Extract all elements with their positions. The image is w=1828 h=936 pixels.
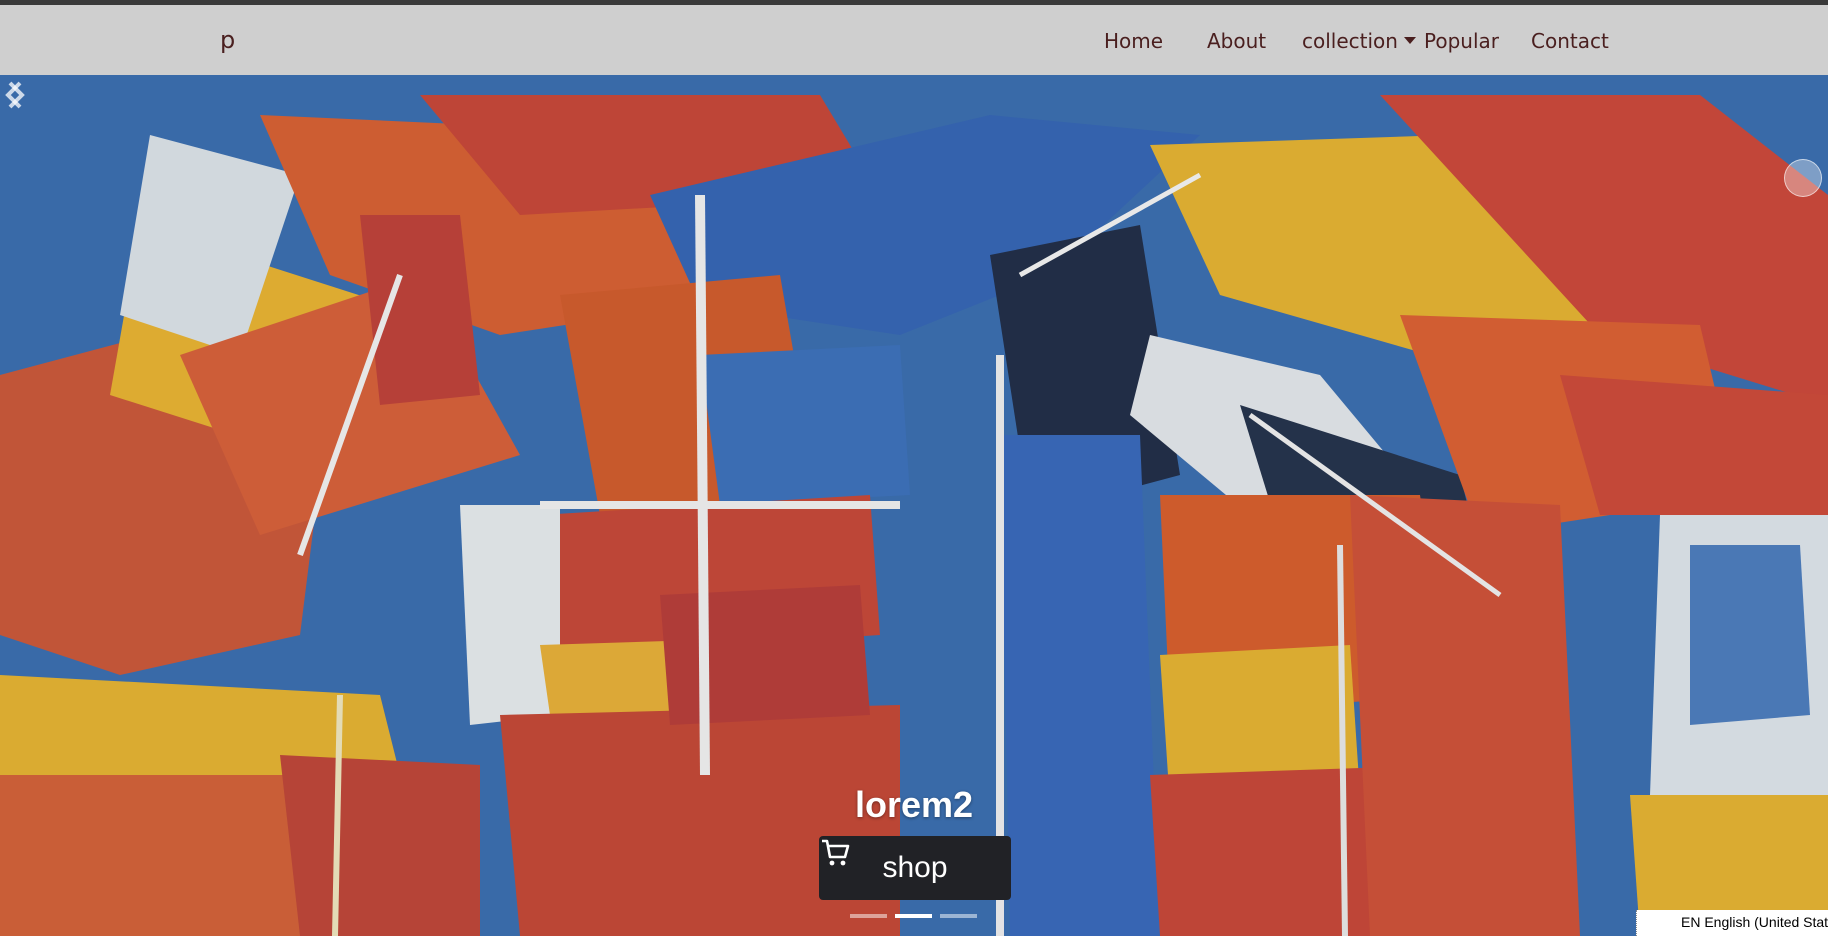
language-indicator[interactable]: EN English (United States) — [1636, 910, 1828, 936]
brand-logo[interactable]: p — [220, 27, 235, 53]
nav-link-home[interactable]: Home — [1104, 29, 1163, 53]
caret-down-icon — [1403, 37, 1416, 44]
nav-link-contact[interactable]: Contact — [1531, 29, 1609, 53]
carousel-indicator-1[interactable] — [850, 914, 887, 918]
carousel-indicators — [850, 914, 980, 920]
visual-search-icon[interactable] — [1784, 159, 1822, 197]
cart-icon — [822, 839, 850, 866]
navbar: p Home About collection Popular Contact — [0, 5, 1828, 76]
hero-carousel: lorem2 shop — [0, 75, 1828, 936]
nav-dropdown-collection[interactable]: collection — [1302, 29, 1416, 53]
carousel-caption: lorem2 — [854, 784, 974, 825]
shop-button-label: shop — [882, 851, 948, 884]
nav-link-about[interactable]: About — [1207, 29, 1266, 53]
nav-link-popular[interactable]: Popular — [1424, 29, 1499, 53]
carousel-indicator-3[interactable] — [940, 914, 977, 918]
carousel-next-icon[interactable] — [0, 75, 30, 115]
shop-button[interactable]: shop — [819, 836, 1011, 900]
nav-dropdown-label: collection — [1302, 29, 1398, 53]
carousel-indicator-2[interactable] — [895, 914, 932, 918]
